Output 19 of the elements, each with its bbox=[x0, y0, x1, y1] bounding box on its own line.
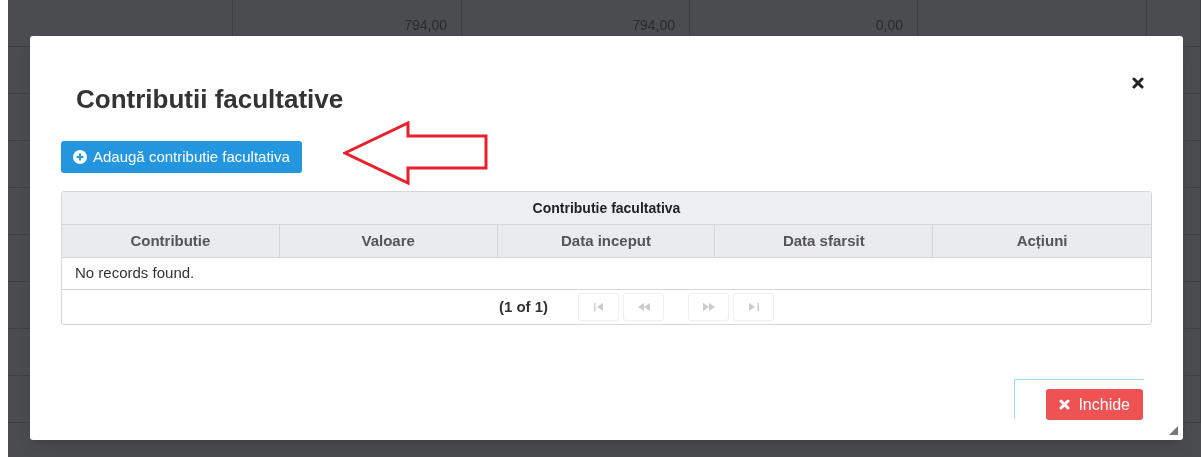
previous-page-icon bbox=[637, 303, 650, 311]
close-button[interactable]: Inchide bbox=[1046, 389, 1143, 420]
column-header: Data sfarsit bbox=[715, 225, 934, 257]
column-header: Contributie bbox=[62, 225, 280, 257]
table-caption: Contributie facultativa bbox=[62, 192, 1151, 225]
close-icon bbox=[1059, 399, 1071, 410]
next-page-icon bbox=[702, 303, 715, 311]
add-button[interactable]: Adaugă contributie facultativa bbox=[61, 141, 302, 173]
first-page-icon bbox=[593, 303, 604, 311]
empty-message: No records found. bbox=[75, 263, 195, 284]
dialog-title: Contributii facultative bbox=[76, 83, 344, 116]
column-header: Data inceput bbox=[497, 225, 716, 257]
resize-handle-icon bbox=[1169, 426, 1178, 435]
column-header: Acțiuni bbox=[1015, 230, 1069, 251]
plus-circle-icon bbox=[73, 150, 87, 164]
last-page-icon bbox=[748, 303, 759, 311]
column-header: Valoare bbox=[279, 225, 498, 257]
page-report: (1 of 1) bbox=[498, 296, 549, 317]
close-icon[interactable] bbox=[1132, 77, 1144, 89]
